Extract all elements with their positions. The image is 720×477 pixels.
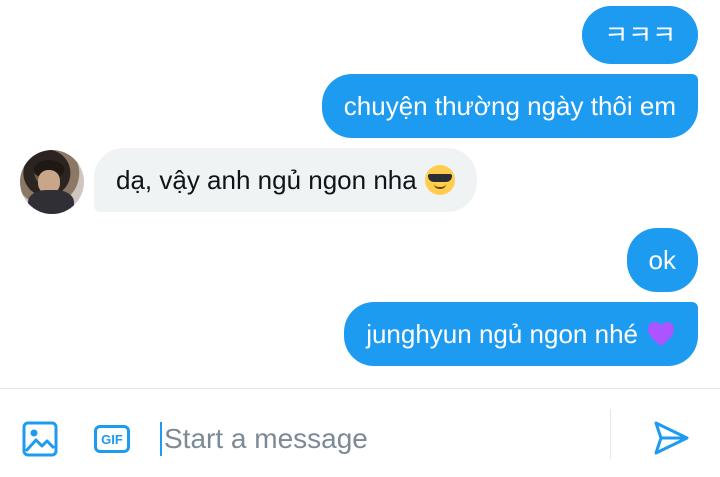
sunglasses-emoji-icon (424, 165, 455, 195)
message-text: chuyện thường ngày thôi em (343, 91, 676, 121)
text-caret (160, 422, 162, 456)
message-text: ok (648, 245, 676, 275)
purple-heart-emoji-icon (646, 319, 676, 349)
image-icon[interactable] (20, 419, 60, 459)
message-text: junghyun ngủ ngon nhé (366, 319, 638, 349)
message-bubble-outgoing[interactable]: ㅋㅋㅋ (582, 6, 698, 64)
composer-divider (610, 409, 611, 459)
message-bubble-outgoing[interactable]: junghyun ngủ ngon nhé (344, 302, 698, 366)
avatar-body (28, 190, 74, 214)
gif-button[interactable]: GIF (92, 421, 132, 457)
gif-icon: GIF (94, 425, 130, 453)
message-input-wrapper (160, 415, 600, 463)
conversation-thread: ㅋㅋㅋ chuyện thường ngày thôi em dạ, vậy a… (0, 0, 720, 388)
message-bubble-outgoing[interactable]: ok (626, 228, 698, 292)
message-bubble-incoming[interactable]: dạ, vậy anh ngủ ngon nha (94, 148, 477, 212)
message-input[interactable] (164, 419, 584, 459)
message-bubble-outgoing[interactable]: chuyện thường ngày thôi em (321, 74, 698, 138)
message-text: dạ, vậy anh ngủ ngon nha (116, 165, 417, 195)
message-text: ㅋㅋㅋ (604, 20, 676, 50)
avatar[interactable] (20, 150, 84, 214)
send-icon[interactable] (648, 415, 694, 461)
message-composer: GIF (0, 388, 720, 477)
